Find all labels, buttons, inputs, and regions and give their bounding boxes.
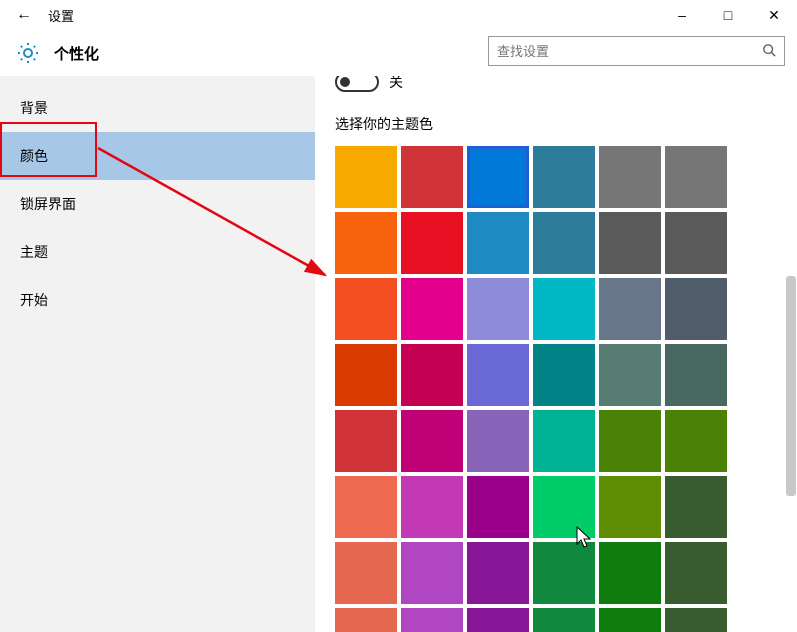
- color-swatch-32[interactable]: [467, 476, 529, 538]
- color-swatch-19[interactable]: [401, 344, 463, 406]
- toggle-row: 关: [335, 76, 773, 92]
- color-swatch-5[interactable]: [665, 146, 727, 208]
- color-swatch-23[interactable]: [665, 344, 727, 406]
- color-swatch-35[interactable]: [665, 476, 727, 538]
- color-swatch-20[interactable]: [467, 344, 529, 406]
- color-swatch-15[interactable]: [533, 278, 595, 340]
- page-title: 个性化: [54, 43, 99, 64]
- color-swatch-40[interactable]: [599, 542, 661, 604]
- window-controls: – □ ✕: [659, 0, 797, 30]
- color-swatch-34[interactable]: [599, 476, 661, 538]
- color-swatch-0[interactable]: [335, 146, 397, 208]
- sidebar-item-2[interactable]: 锁屏界面: [0, 180, 315, 228]
- color-swatch-42[interactable]: [335, 608, 397, 632]
- sidebar-item-1[interactable]: 颜色: [0, 132, 315, 180]
- toggle-switch[interactable]: [335, 76, 379, 92]
- color-swatch-44[interactable]: [467, 608, 529, 632]
- color-swatch-12[interactable]: [335, 278, 397, 340]
- color-swatch-31[interactable]: [401, 476, 463, 538]
- color-swatch-46[interactable]: [599, 608, 661, 632]
- back-button[interactable]: ←: [0, 6, 48, 24]
- gear-icon: [16, 41, 40, 65]
- window-title: 设置: [48, 6, 659, 25]
- color-swatch-18[interactable]: [335, 344, 397, 406]
- content-area: 关 选择你的主题色: [315, 76, 797, 632]
- toggle-label: 关: [389, 76, 403, 92]
- color-swatch-3[interactable]: [533, 146, 595, 208]
- color-swatch-1[interactable]: [401, 146, 463, 208]
- color-swatch-37[interactable]: [401, 542, 463, 604]
- scrollbar-thumb[interactable]: [786, 276, 796, 496]
- color-swatch-9[interactable]: [533, 212, 595, 274]
- color-swatch-14[interactable]: [467, 278, 529, 340]
- search-box[interactable]: [488, 36, 785, 66]
- color-swatch-28[interactable]: [599, 410, 661, 472]
- color-swatch-13[interactable]: [401, 278, 463, 340]
- color-swatch-24[interactable]: [335, 410, 397, 472]
- color-swatch-4[interactable]: [599, 146, 661, 208]
- color-swatch-11[interactable]: [665, 212, 727, 274]
- titlebar: ← 设置 – □ ✕: [0, 0, 797, 30]
- minimize-button[interactable]: –: [659, 0, 705, 30]
- color-swatch-17[interactable]: [665, 278, 727, 340]
- color-grid: [335, 146, 773, 632]
- color-swatch-21[interactable]: [533, 344, 595, 406]
- color-swatch-22[interactable]: [599, 344, 661, 406]
- color-swatch-41[interactable]: [665, 542, 727, 604]
- search-icon[interactable]: [754, 43, 784, 60]
- color-swatch-38[interactable]: [467, 542, 529, 604]
- sidebar-item-3[interactable]: 主题: [0, 228, 315, 276]
- maximize-button[interactable]: □: [705, 0, 751, 30]
- sidebar-item-4[interactable]: 开始: [0, 276, 315, 324]
- color-swatch-45[interactable]: [533, 608, 595, 632]
- color-swatch-33[interactable]: [533, 476, 595, 538]
- close-button[interactable]: ✕: [751, 0, 797, 30]
- color-swatch-2[interactable]: [467, 146, 529, 208]
- color-swatch-8[interactable]: [467, 212, 529, 274]
- color-swatch-6[interactable]: [335, 212, 397, 274]
- color-swatch-27[interactable]: [533, 410, 595, 472]
- color-swatch-16[interactable]: [599, 278, 661, 340]
- search-input[interactable]: [489, 44, 754, 59]
- sidebar: 背景颜色锁屏界面主题开始: [0, 76, 315, 632]
- color-swatch-30[interactable]: [335, 476, 397, 538]
- color-swatch-25[interactable]: [401, 410, 463, 472]
- color-swatch-26[interactable]: [467, 410, 529, 472]
- color-swatch-39[interactable]: [533, 542, 595, 604]
- color-swatch-47[interactable]: [665, 608, 727, 632]
- color-swatch-29[interactable]: [665, 410, 727, 472]
- color-swatch-43[interactable]: [401, 608, 463, 632]
- section-label: 选择你的主题色: [335, 114, 773, 134]
- color-swatch-10[interactable]: [599, 212, 661, 274]
- sidebar-item-0[interactable]: 背景: [0, 84, 315, 132]
- color-swatch-36[interactable]: [335, 542, 397, 604]
- color-swatch-7[interactable]: [401, 212, 463, 274]
